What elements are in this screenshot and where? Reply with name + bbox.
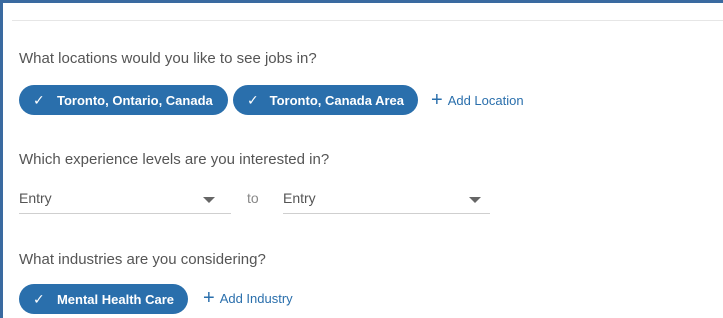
add-industry-link[interactable]: + Add Industry [203, 288, 293, 308]
locations-question: What locations would you like to see job… [19, 50, 317, 67]
chip-label: Toronto, Canada Area [269, 92, 404, 108]
add-location-label: Add Location [447, 92, 524, 108]
location-chip-toronto-ontario[interactable]: ✓ Toronto, Ontario, Canada [19, 85, 228, 115]
experience-to-value: Entry [283, 190, 316, 206]
check-icon: ✓ [33, 290, 45, 307]
experience-to-select[interactable]: Entry [283, 186, 490, 214]
chip-label: Toronto, Ontario, Canada [57, 92, 213, 108]
check-icon: ✓ [33, 91, 45, 108]
experience-from-value: Entry [19, 190, 52, 206]
industry-chip-mental-health-care[interactable]: ✓ Mental Health Care [19, 284, 188, 314]
industries-question: What industries are you considering? [19, 251, 266, 268]
chip-label: Mental Health Care [56, 291, 174, 307]
chevron-down-icon [469, 197, 481, 203]
add-industry-label: Add Industry [219, 290, 293, 306]
location-chip-toronto-area[interactable]: ✓ Toronto, Canada Area [233, 85, 418, 115]
plus-icon: + [203, 287, 215, 309]
experience-from-select[interactable]: Entry [19, 186, 231, 214]
range-to-label: to [247, 190, 259, 206]
experience-question: Which experience levels are you interest… [19, 151, 330, 168]
top-divider [12, 20, 723, 21]
chevron-down-icon [203, 197, 215, 203]
add-location-link[interactable]: + Add Location [431, 90, 524, 110]
plus-icon: + [431, 89, 443, 111]
check-icon: ✓ [247, 91, 259, 108]
